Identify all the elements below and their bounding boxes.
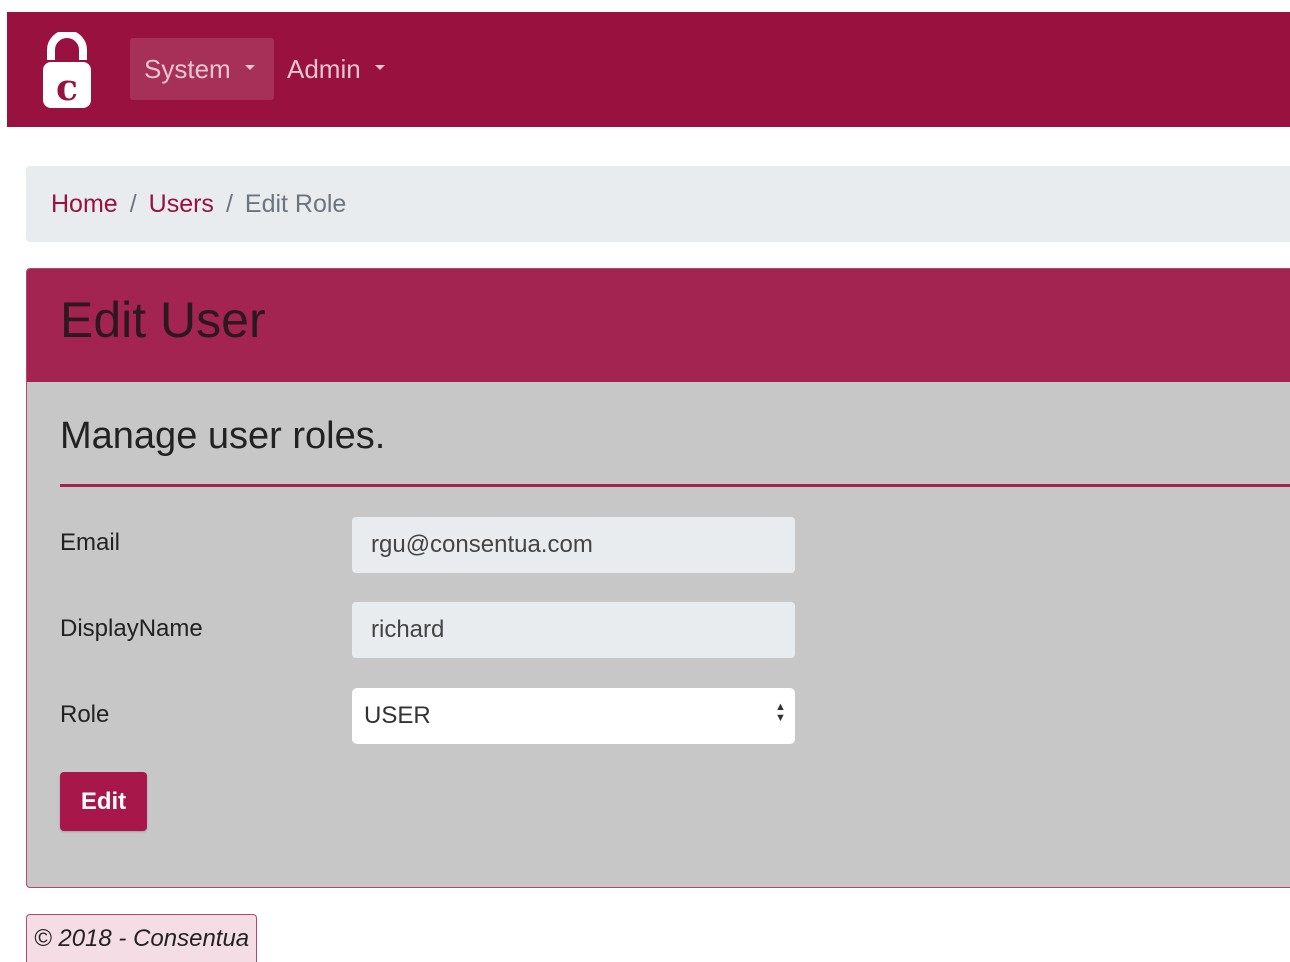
breadcrumb: Home / Users / Edit Role bbox=[26, 166, 1290, 242]
display-name-label: DisplayName bbox=[60, 615, 203, 642]
card-header: Edit User bbox=[27, 269, 1290, 382]
nav-admin-label: Admin bbox=[287, 53, 361, 84]
role-label: Role bbox=[60, 701, 110, 728]
page-title: Edit User bbox=[60, 292, 266, 348]
breadcrumb-separator: / bbox=[129, 189, 137, 218]
email-label: Email bbox=[60, 529, 121, 556]
select-arrows-icon: ▲ ▼ bbox=[775, 701, 786, 724]
breadcrumb-users-link[interactable]: Users bbox=[149, 190, 214, 219]
nav-admin-dropdown[interactable]: Admin bbox=[273, 38, 399, 100]
breadcrumb-separator: / bbox=[225, 189, 233, 218]
role-select[interactable]: USER ▲ ▼ bbox=[352, 688, 795, 744]
breadcrumb-home-link[interactable]: Home bbox=[51, 190, 118, 219]
top-navbar: c System Admin bbox=[7, 12, 1290, 127]
edit-button[interactable]: Edit bbox=[60, 772, 147, 831]
footer: © 2018 - Consentua bbox=[26, 914, 258, 962]
email-field[interactable]: rgu@consentua.com bbox=[352, 517, 795, 573]
footer-copyright: © 2018 - Consentua bbox=[34, 924, 250, 952]
svg-text:c: c bbox=[56, 67, 78, 109]
divider bbox=[60, 484, 1290, 487]
caret-down-icon bbox=[244, 64, 255, 70]
role-select-value: USER bbox=[364, 702, 431, 729]
caret-down-icon bbox=[374, 64, 385, 70]
consentua-logo[interactable]: c bbox=[37, 32, 97, 112]
display-name-field[interactable]: richard bbox=[352, 602, 795, 658]
edit-user-card: Edit User Manage user roles. Email rgu@c… bbox=[26, 268, 1290, 888]
card-subtitle: Manage user roles. bbox=[60, 415, 386, 457]
breadcrumb-current: Edit Role bbox=[244, 189, 347, 218]
nav-system-label: System bbox=[144, 53, 231, 84]
nav-system-dropdown[interactable]: System bbox=[130, 38, 274, 100]
